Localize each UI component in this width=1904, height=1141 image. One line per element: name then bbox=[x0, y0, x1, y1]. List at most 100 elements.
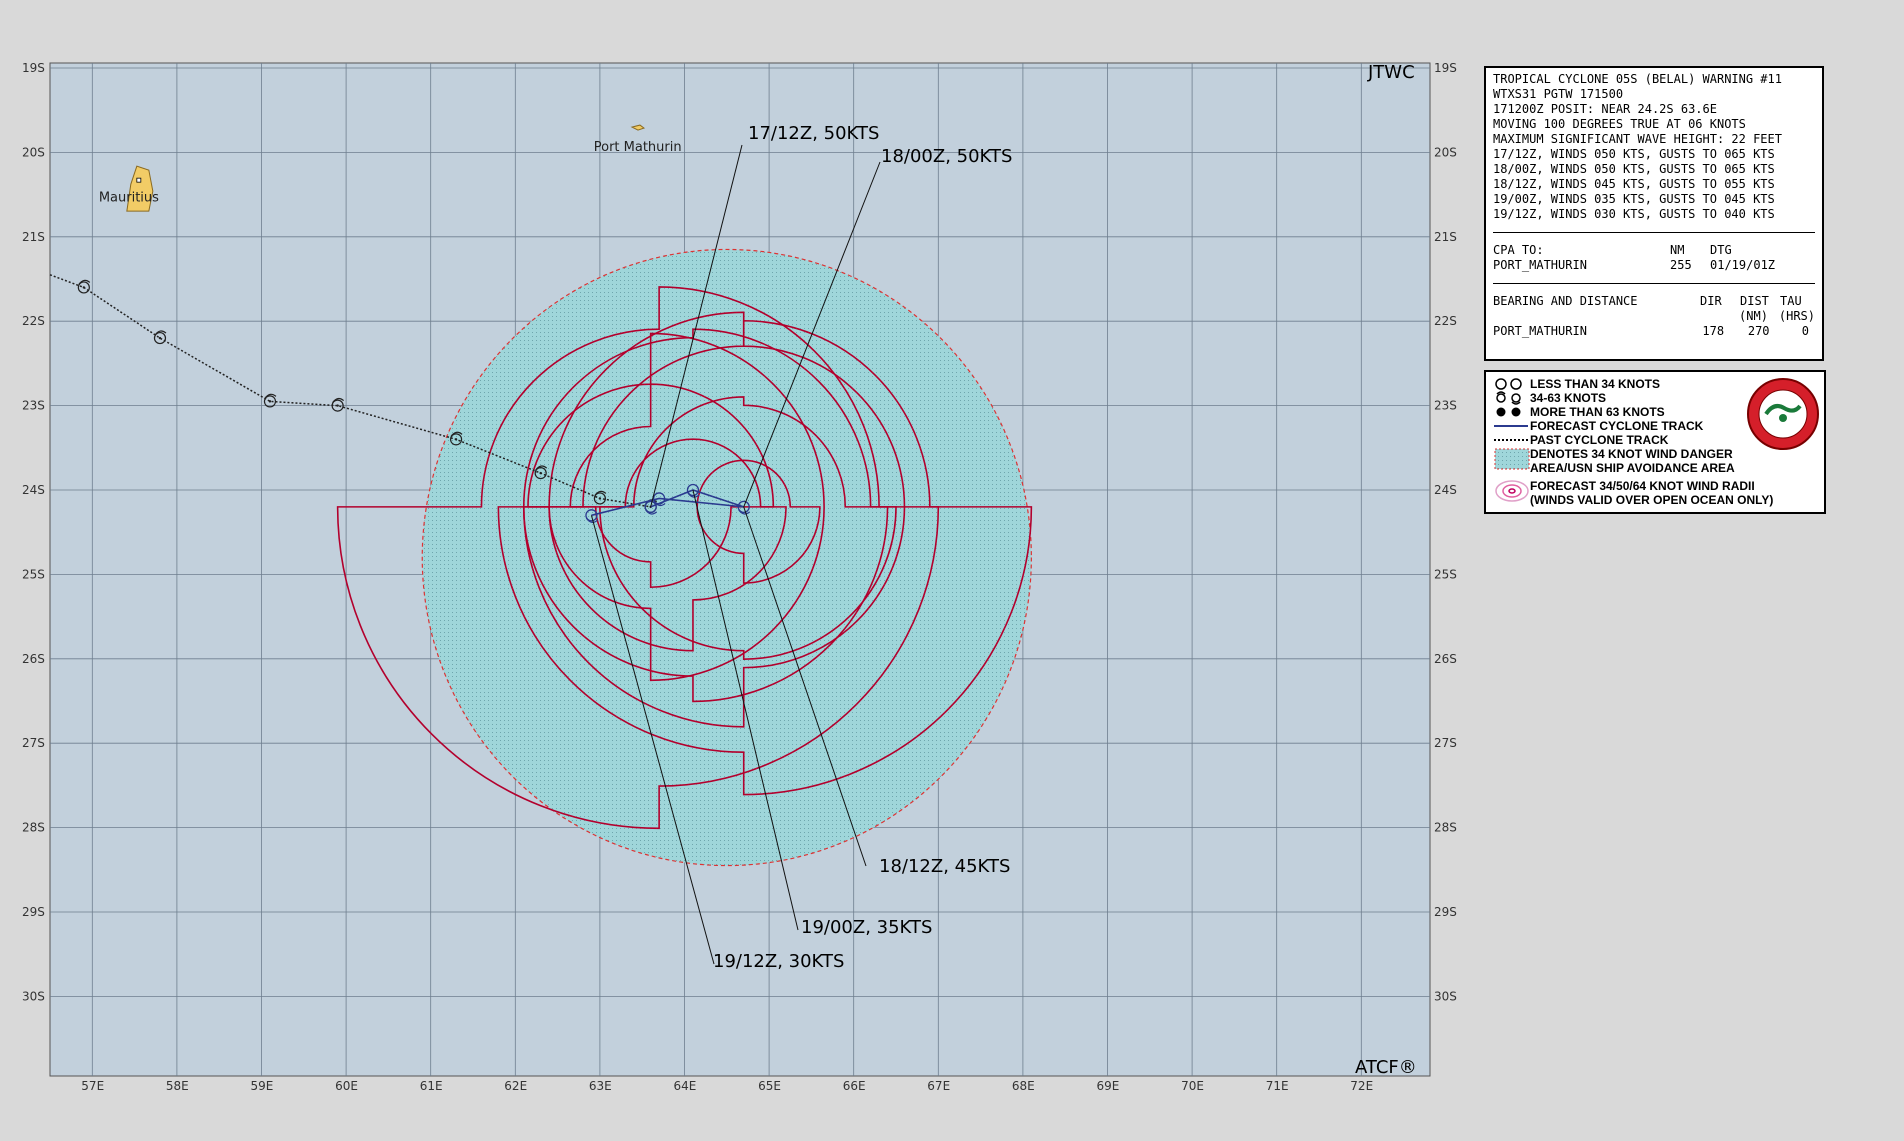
divider bbox=[1493, 283, 1815, 284]
warning-line: 18/12Z, WINDS 045 KTS, GUSTS TO 055 KTS bbox=[1493, 177, 1775, 191]
legend-forecast-track: FORECAST CYCLONE TRACK bbox=[1530, 419, 1704, 433]
bearing-row: PORT_MATHURIN 178 270 0 bbox=[1493, 324, 1815, 339]
lat-label-right: 19S bbox=[1434, 61, 1457, 75]
lon-label: 59E bbox=[251, 1079, 274, 1093]
dir-header: DIR bbox=[1700, 294, 1722, 308]
lon-label: 60E bbox=[335, 1079, 358, 1093]
warning-line: MOVING 100 DEGREES TRUE AT 06 KNOTS bbox=[1493, 117, 1746, 131]
lon-label: 64E bbox=[674, 1079, 697, 1093]
warning-line: 19/12Z, WINDS 030 KTS, GUSTS TO 040 KTS bbox=[1493, 207, 1775, 221]
jtwc-label: JTWC bbox=[1367, 62, 1415, 83]
lon-label: 62E bbox=[504, 1079, 527, 1093]
forecast-label: 18/00Z, 50KTS bbox=[881, 146, 1012, 167]
lon-label: 58E bbox=[166, 1079, 189, 1093]
warning-line: 19/00Z, WINDS 035 KTS, GUSTS TO 045 KTS bbox=[1493, 192, 1775, 206]
lat-label-right: 26S bbox=[1434, 652, 1457, 666]
lon-label: 65E bbox=[758, 1079, 781, 1093]
lat-label-left: 26S bbox=[22, 652, 45, 666]
lat-label-right: 30S bbox=[1434, 989, 1457, 1003]
bearing-dir: 178 bbox=[1702, 324, 1725, 338]
legend-less-34: LESS THAN 34 KNOTS bbox=[1530, 377, 1661, 391]
warning-line: 18/00Z, WINDS 050 KTS, GUSTS TO 065 KTS bbox=[1493, 162, 1775, 176]
warning-line: 171200Z POSIT: NEAR 24.2S 63.6E bbox=[1493, 102, 1717, 116]
lat-label-right: 23S bbox=[1434, 399, 1457, 413]
lat-label-left: 30S bbox=[22, 989, 45, 1003]
legend-34-63: 34-63 KNOTS bbox=[1530, 391, 1607, 405]
lat-label-left: 27S bbox=[22, 736, 45, 750]
tau-unit: (HRS) bbox=[1778, 309, 1815, 323]
legend-more-63: MORE THAN 63 KNOTS bbox=[1530, 405, 1665, 419]
lon-label: 72E bbox=[1350, 1079, 1373, 1093]
lat-label-left: 25S bbox=[22, 567, 45, 581]
lat-label-left: 29S bbox=[22, 905, 45, 919]
warning-line: TROPICAL CYCLONE 05S (BELAL) WARNING #11 bbox=[1493, 72, 1782, 86]
warning-text-lines: TROPICAL CYCLONE 05S (BELAL) WARNING #11… bbox=[1493, 72, 1815, 222]
lat-label-right: 21S bbox=[1434, 230, 1457, 244]
lat-label-right: 22S bbox=[1434, 314, 1457, 328]
forecast-track-icon bbox=[1494, 425, 1528, 427]
cpa-place: PORT_MATHURIN bbox=[1493, 258, 1587, 272]
lon-label: 70E bbox=[1181, 1079, 1204, 1093]
lon-label: 71E bbox=[1266, 1079, 1289, 1093]
bearing-header: BEARING AND DISTANCE bbox=[1493, 294, 1638, 308]
lat-label-right: 24S bbox=[1434, 483, 1457, 497]
danger-area bbox=[421, 248, 1032, 867]
forecast-label: 17/12Z, 50KTS bbox=[748, 123, 879, 144]
wind-radii-icon bbox=[1495, 480, 1529, 502]
lon-label: 61E bbox=[420, 1079, 443, 1093]
lat-label-right: 28S bbox=[1434, 821, 1457, 835]
lat-label-left: 20S bbox=[22, 145, 45, 159]
cpa-nm: 255 bbox=[1670, 258, 1692, 272]
warning-info-box: TROPICAL CYCLONE 05S (BELAL) WARNING #11… bbox=[1484, 66, 1824, 361]
lat-label-left: 22S bbox=[22, 314, 45, 328]
lat-label-right: 27S bbox=[1434, 736, 1457, 750]
lat-label-left: 23S bbox=[22, 399, 45, 413]
jtwc-seal-icon bbox=[1747, 378, 1819, 450]
dist-unit: (NM) bbox=[1739, 309, 1768, 323]
lon-label: 69E bbox=[1097, 1079, 1120, 1093]
lat-label-right: 29S bbox=[1434, 905, 1457, 919]
past-track-icon bbox=[1494, 439, 1528, 441]
legend-danger-1: DENOTES 34 KNOT WIND DANGER bbox=[1530, 447, 1733, 461]
legend-danger-2: AREA/USN SHIP AVOIDANCE AREA bbox=[1530, 461, 1735, 475]
bearing-header-row-2: (NM) (HRS) bbox=[1493, 309, 1815, 324]
lon-label: 66E bbox=[843, 1079, 866, 1093]
lat-label-right: 20S bbox=[1434, 145, 1457, 159]
cpa-row: PORT_MATHURIN 255 01/19/01Z bbox=[1493, 258, 1815, 273]
danger-area-ellipse bbox=[421, 248, 1032, 867]
legend-radii-2: (WINDS VALID OVER OPEN OCEAN ONLY) bbox=[1530, 493, 1774, 507]
legend-box: LESS THAN 34 KNOTS 34-63 KNOTS MORE THAN… bbox=[1484, 370, 1826, 514]
warning-line: MAXIMUM SIGNIFICANT WAVE HEIGHT: 22 FEET bbox=[1493, 132, 1782, 146]
cpa-header-row: CPA TO: NM DTG bbox=[1493, 243, 1815, 258]
forecast-label: 19/12Z, 30KTS bbox=[713, 951, 844, 972]
divider bbox=[1493, 232, 1815, 233]
warning-line: WTXS31 PGTW 171500 bbox=[1493, 87, 1624, 101]
typhoon-icon bbox=[1496, 407, 1521, 417]
lon-label: 57E bbox=[81, 1079, 104, 1093]
bearing-header-row: BEARING AND DISTANCE DIR DIST TAU bbox=[1493, 294, 1815, 309]
lat-label-left: 21S bbox=[22, 230, 45, 244]
lat-label-left: 24S bbox=[22, 483, 45, 497]
cpa-nm-header: NM bbox=[1670, 243, 1685, 257]
bearing-tau: 0 bbox=[1801, 324, 1809, 338]
cpa-dtg-header: DTG bbox=[1710, 243, 1732, 257]
bearing-dist: 270 bbox=[1747, 324, 1770, 338]
legend-radii-1: FORECAST 34/50/64 KNOT WIND RADII bbox=[1530, 479, 1755, 493]
atcf-label: ATCF® bbox=[1355, 1057, 1417, 1078]
cpa-dtg: 01/19/01Z bbox=[1710, 258, 1776, 272]
place-label: Mauritius bbox=[99, 191, 159, 206]
tau-header: TAU bbox=[1780, 294, 1802, 308]
cpa-header: CPA TO: bbox=[1493, 243, 1544, 257]
lon-label: 68E bbox=[1012, 1079, 1035, 1093]
dist-header: DIST bbox=[1740, 294, 1769, 308]
forecast-label: 18/12Z, 45KTS bbox=[879, 856, 1010, 877]
place-label: Port Mathurin bbox=[594, 140, 682, 155]
forecast-label: 19/00Z, 35KTS bbox=[801, 917, 932, 938]
bearing-place: PORT_MATHURIN bbox=[1493, 324, 1587, 338]
lat-label-right: 25S bbox=[1434, 567, 1457, 581]
danger-area-icon bbox=[1494, 448, 1530, 470]
legend-past-track: PAST CYCLONE TRACK bbox=[1530, 433, 1669, 447]
weak-cyclone-icon bbox=[1495, 378, 1522, 390]
lat-label-left: 28S bbox=[22, 821, 45, 835]
warning-line: 17/12Z, WINDS 050 KTS, GUSTS TO 065 KTS bbox=[1493, 147, 1775, 161]
